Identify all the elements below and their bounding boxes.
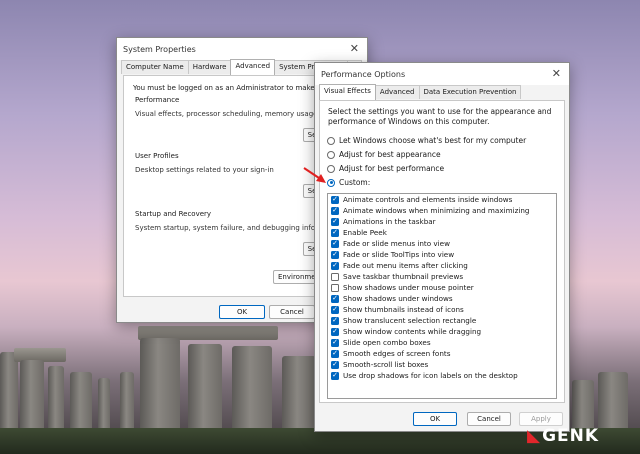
list-item-label: Fade or slide menus into view [343, 239, 450, 248]
checkbox-checked-icon[interactable]: ✓ [331, 239, 339, 248]
radio-button[interactable] [327, 136, 335, 145]
list-item-label: Enable Peek [343, 228, 387, 237]
list-item-label: Smooth-scroll list boxes [343, 360, 429, 369]
tab-advanced[interactable]: Advanced [230, 59, 276, 75]
advanced-panel [123, 75, 323, 297]
logo-text: GENK [542, 426, 600, 446]
list-item-label: Smooth edges of screen fonts [343, 349, 451, 358]
list-item[interactable]: ✓ Show translucent selection rectangle [328, 315, 556, 326]
radio-custom[interactable]: Custom: [327, 178, 370, 187]
checkbox-checked-icon[interactable]: ✓ [331, 338, 339, 347]
close-icon[interactable]: ✕ [552, 67, 561, 80]
intro-text-line1: Select the settings you want to use for … [328, 107, 552, 116]
checkbox-checked-icon[interactable]: ✓ [331, 360, 339, 369]
list-item[interactable]: ✓ Animate controls and elements inside wi… [328, 194, 556, 205]
tab-hardware[interactable]: Hardware [187, 60, 232, 74]
window-title: Performance Options [321, 70, 406, 79]
list-item[interactable]: ✓ Smooth edges of screen fonts [328, 348, 556, 359]
checkbox-checked-icon[interactable]: ✓ [331, 250, 339, 259]
list-item-label: Fade out menu items after clicking [343, 261, 468, 270]
checkbox-checked-icon[interactable]: ✓ [331, 217, 339, 226]
checkbox-checked-icon[interactable]: ✓ [331, 195, 339, 204]
list-item[interactable]: ✓ Show window contents while dragging [328, 326, 556, 337]
list-item-label: Slide open combo boxes [343, 338, 431, 347]
red-arrow-icon [303, 167, 326, 183]
list-item-label: Show shadows under windows [343, 294, 453, 303]
list-item[interactable]: ✓ Show shadows under windows [328, 293, 556, 304]
list-item[interactable]: ✓ Animate windows when minimizing and max… [328, 205, 556, 216]
checkbox-checked-icon[interactable]: ✓ [331, 228, 339, 237]
radio-button[interactable] [327, 150, 335, 159]
startup-group-desc: System startup, system failure, and debu… [135, 224, 343, 232]
list-item[interactable]: ✓ Fade out menu items after clicking [328, 260, 556, 271]
checkbox-checked-icon[interactable]: ✓ [331, 371, 339, 380]
radio-best-performance[interactable]: Adjust for best performance [327, 164, 444, 173]
list-item[interactable]: ✓ Animations in the taskbar [328, 216, 556, 227]
radio-button-selected[interactable] [327, 178, 335, 187]
checkbox-checked-icon[interactable]: ✓ [331, 327, 339, 336]
performance-group-label: Performance [135, 96, 180, 104]
radio-button[interactable] [327, 164, 335, 173]
checkbox-checked-icon[interactable]: ✓ [331, 305, 339, 314]
list-item-label: Show thumbnails instead of icons [343, 305, 464, 314]
checkbox-checked-icon[interactable]: ✓ [331, 316, 339, 325]
apply-button[interactable]: Apply [519, 412, 563, 426]
user-profiles-group-desc: Desktop settings related to your sign-in [135, 166, 274, 174]
list-item[interactable]: Show shadows under mouse pointer [328, 282, 556, 293]
list-item-label: Use drop shadows for icon labels on the … [343, 371, 518, 380]
list-item[interactable]: ✓ Smooth-scroll list boxes [328, 359, 556, 370]
list-item-label: Animations in the taskbar [343, 217, 436, 226]
list-item-label: Fade or slide ToolTips into view [343, 250, 455, 259]
list-item-label: Animate controls and elements inside win… [343, 195, 513, 204]
tab-advanced[interactable]: Advanced [374, 85, 420, 99]
title-bar[interactable]: System Properties ✕ [117, 38, 367, 60]
list-item[interactable]: ✓ Fade or slide ToolTips into view [328, 249, 556, 260]
checkbox-checked-icon[interactable]: ✓ [331, 349, 339, 358]
radio-let-windows-choose[interactable]: Let Windows choose what's best for my co… [327, 136, 526, 145]
list-item[interactable]: ✓ Show thumbnails instead of icons [328, 304, 556, 315]
list-item[interactable]: ✓ Use drop shadows for icon labels on the… [328, 370, 556, 381]
logo-mark-icon: ◣ [527, 426, 542, 446]
visual-effects-list[interactable]: ✓ Animate controls and elements inside wi… [327, 193, 557, 399]
genk-logo: ◣ GENK [527, 426, 599, 446]
list-item-label: Show window contents while dragging [343, 327, 482, 336]
checkbox-checked-icon[interactable]: ✓ [331, 261, 339, 270]
title-bar[interactable]: Performance Options ✕ [315, 63, 569, 85]
checkbox-unchecked-icon[interactable] [331, 283, 339, 292]
tab-computer-name[interactable]: Computer Name [121, 60, 189, 74]
cancel-button[interactable]: Cancel [467, 412, 511, 426]
list-item-label: Show shadows under mouse pointer [343, 283, 474, 292]
list-item[interactable]: ✓ Slide open combo boxes [328, 337, 556, 348]
checkbox-checked-icon[interactable]: ✓ [331, 206, 339, 215]
cancel-button[interactable]: Cancel [269, 305, 315, 319]
user-profiles-group-label: User Profiles [135, 152, 179, 160]
close-icon[interactable]: ✕ [350, 42, 359, 55]
list-item[interactable]: ✓ Fade or slide menus into view [328, 238, 556, 249]
tab-strip: Visual Effects Advanced Data Execution P… [319, 84, 522, 100]
checkbox-checked-icon[interactable]: ✓ [331, 294, 339, 303]
tab-data-execution-prevention[interactable]: Data Execution Prevention [418, 85, 522, 99]
ok-button[interactable]: OK [219, 305, 265, 319]
radio-best-appearance[interactable]: Adjust for best appearance [327, 150, 441, 159]
list-item[interactable]: ✓ Enable Peek [328, 227, 556, 238]
intro-text-line2: performance of Windows on this computer. [328, 117, 490, 126]
list-item-label: Animate windows when minimizing and maxi… [343, 206, 530, 215]
checkbox-unchecked-icon[interactable] [331, 272, 339, 281]
radio-label: Adjust for best performance [339, 164, 445, 173]
list-item[interactable]: Save taskbar thumbnail previews [328, 271, 556, 282]
tab-visual-effects[interactable]: Visual Effects [319, 84, 376, 100]
window-title: System Properties [123, 45, 196, 54]
radio-label: Let Windows choose what's best for my co… [339, 136, 527, 145]
radio-label: Adjust for best appearance [339, 150, 441, 159]
radio-label: Custom: [339, 178, 371, 187]
list-item-label: Save taskbar thumbnail previews [343, 272, 464, 281]
list-item-label: Show translucent selection rectangle [343, 316, 477, 325]
ok-button[interactable]: OK [413, 412, 457, 426]
startup-group-label: Startup and Recovery [135, 210, 212, 218]
